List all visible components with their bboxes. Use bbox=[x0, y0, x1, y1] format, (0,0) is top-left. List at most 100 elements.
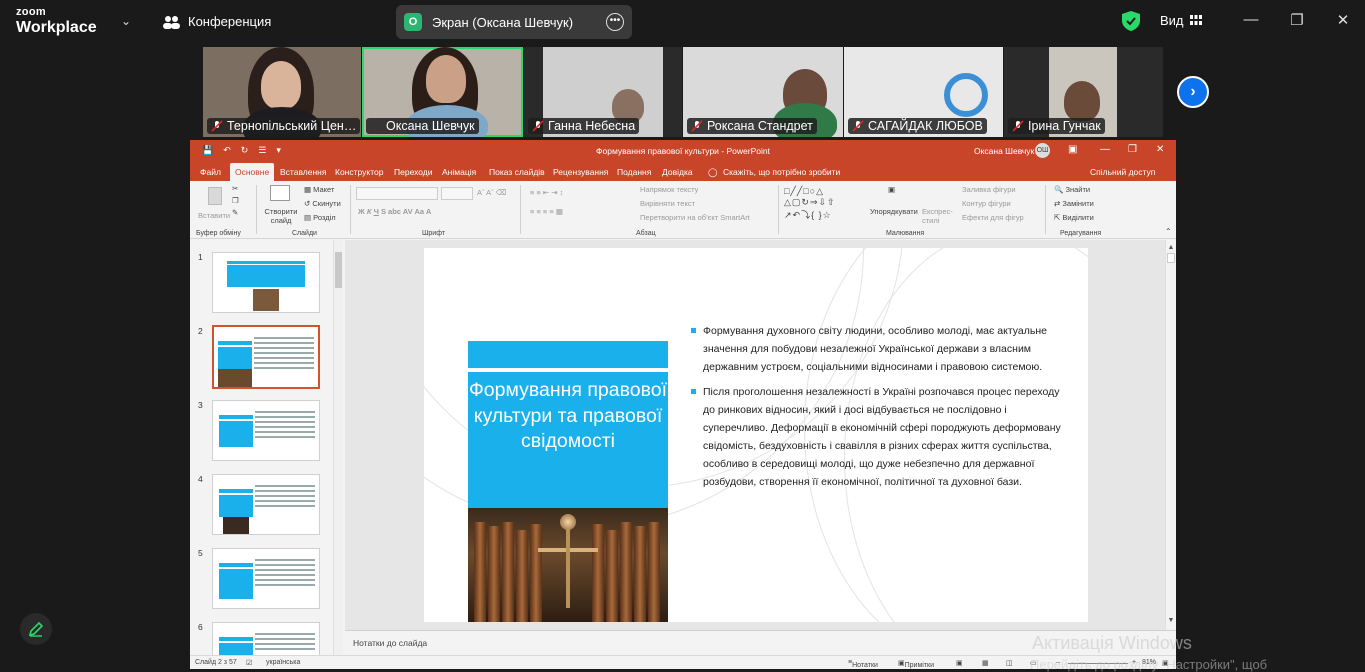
close-icon[interactable]: ✕ bbox=[1333, 11, 1353, 29]
select-button[interactable]: ⇱ Виділити bbox=[1054, 213, 1094, 222]
comments-button[interactable]: ▣ Примітки bbox=[898, 659, 934, 669]
align-text-button[interactable]: Вирівняти текст bbox=[640, 199, 695, 208]
normal-view-icon[interactable]: ▣ bbox=[956, 659, 963, 667]
slide-number: 2 bbox=[198, 326, 203, 336]
paste-button[interactable]: Вставити bbox=[198, 211, 230, 220]
lightbulb-icon: ◯ bbox=[708, 167, 718, 177]
thumbnails-scrollbar[interactable] bbox=[333, 240, 343, 658]
participant-name-text: Ірина Гунчак bbox=[1028, 119, 1101, 133]
participant-tile[interactable]: Ірина Гунчак bbox=[1004, 47, 1163, 137]
participant-tile[interactable]: САГАЙДАК ЛЮБОВ bbox=[844, 47, 1003, 137]
spellcheck-icon[interactable]: ☑ bbox=[246, 659, 252, 667]
tab-view[interactable]: Подання bbox=[617, 167, 651, 177]
maximize-icon[interactable]: ❐ bbox=[1128, 144, 1137, 155]
ribbon-display-icon[interactable]: ▣ bbox=[1068, 144, 1077, 155]
avatar[interactable]: ОШ bbox=[1035, 143, 1050, 158]
slide-canvas[interactable]: Формування правової культури та правової… bbox=[424, 248, 1088, 622]
sorter-view-icon[interactable]: ▦ bbox=[982, 659, 989, 667]
annotate-button[interactable] bbox=[20, 613, 52, 645]
slide-counter: Слайд 2 з 57 bbox=[195, 659, 237, 666]
more-icon[interactable]: ••• bbox=[606, 13, 624, 31]
font-size-select[interactable] bbox=[441, 187, 473, 200]
group-clipboard: Буфер обміну bbox=[196, 230, 241, 237]
mic-muted-icon bbox=[532, 120, 544, 132]
cut-icon[interactable]: ✂ bbox=[232, 184, 238, 193]
layout-button[interactable]: ▦ Макет bbox=[304, 185, 334, 194]
quick-styles-button[interactable]: Експрес-стилі bbox=[922, 207, 958, 225]
slide-thumbnail-selected[interactable] bbox=[212, 325, 320, 389]
shield-icon[interactable] bbox=[1122, 11, 1140, 31]
participant-name-text: Ганна Небесна bbox=[548, 119, 636, 133]
font-name-select[interactable] bbox=[356, 187, 438, 200]
language-indicator[interactable]: українська bbox=[266, 659, 300, 666]
minimize-icon[interactable]: — bbox=[1100, 144, 1110, 155]
shape-outline-button[interactable]: Контур фігури bbox=[962, 199, 1011, 208]
mic-muted-icon bbox=[852, 120, 864, 132]
tab-review[interactable]: Рецензування bbox=[553, 167, 608, 177]
arrange-button[interactable]: Упорядкувати bbox=[870, 207, 918, 216]
list-buttons[interactable]: ≡ ≡ ⇤ ⇥ ↕ bbox=[530, 188, 563, 197]
section-button[interactable]: ▤ Розділ bbox=[304, 213, 336, 222]
view-button[interactable]: Вид bbox=[1160, 13, 1202, 28]
tab-design[interactable]: Конструктор bbox=[335, 167, 383, 177]
align-buttons[interactable]: ≡ ≡ ≡ ≡ ▦ bbox=[530, 207, 563, 216]
notes-button[interactable]: ≡ Нотатки bbox=[848, 659, 878, 669]
shapes-gallery[interactable]: □╱╱□○△ △▢↻⇒⇩⇧ ↗↶⤵{ }☆ bbox=[784, 186, 836, 221]
tab-file[interactable]: Файл bbox=[200, 167, 221, 177]
shape-effects-button[interactable]: Ефекти для фігур bbox=[962, 213, 1024, 222]
slide-thumbnail[interactable] bbox=[212, 400, 320, 461]
smartart-button[interactable]: Перетворити на об'єкт SmartArt bbox=[640, 213, 750, 222]
minimize-icon[interactable]: — bbox=[1241, 11, 1261, 28]
zoom-logo-top: zoom bbox=[16, 6, 46, 18]
slide-thumbnail[interactable] bbox=[212, 252, 320, 313]
format-painter-icon[interactable]: ✎ bbox=[232, 208, 238, 217]
collapse-ribbon-icon[interactable]: ⌃ bbox=[1165, 227, 1172, 236]
tab-animations[interactable]: Анімація bbox=[442, 167, 476, 177]
slide-title[interactable]: Формування правової культури та правової… bbox=[468, 372, 668, 508]
group-drawing: Малювання bbox=[886, 230, 925, 237]
replace-button[interactable]: ⇄ Замінити bbox=[1054, 199, 1094, 208]
participant-tile[interactable]: Ганна Небесна bbox=[524, 47, 682, 137]
slide-thumbnail[interactable] bbox=[212, 548, 320, 609]
grid-icon bbox=[1189, 15, 1202, 25]
chevron-down-icon[interactable]: ⌄ bbox=[121, 14, 131, 28]
tab-help[interactable]: Довідка bbox=[662, 167, 693, 177]
text-direction-button[interactable]: Напрямок тексту bbox=[640, 185, 698, 194]
group-paragraph: Абзац bbox=[636, 230, 656, 237]
tell-me-input[interactable]: Скажіть, що потрібно зробити bbox=[723, 167, 840, 177]
shape-fill-button[interactable]: Заливка фігури bbox=[962, 185, 1016, 194]
tab-insert[interactable]: Вставлення bbox=[280, 167, 326, 177]
tab-home[interactable]: Основне bbox=[230, 163, 275, 181]
conference-button[interactable]: Конференция bbox=[163, 14, 271, 29]
activation-watermark-sub: Перейдіть до розділу "Настройки", щоб bbox=[1030, 657, 1268, 672]
copy-icon[interactable]: ❐ bbox=[232, 196, 239, 205]
maximize-icon[interactable]: ❐ bbox=[1287, 11, 1307, 29]
slide-thumbnail[interactable] bbox=[212, 622, 320, 658]
share-badge: O bbox=[404, 13, 422, 31]
participant-tile[interactable]: Тернопільський Цен… bbox=[203, 47, 361, 137]
reset-button[interactable]: ↺ Скинути bbox=[304, 199, 341, 208]
next-icon[interactable]: › bbox=[1177, 76, 1209, 108]
reading-view-icon[interactable]: ◫ bbox=[1006, 659, 1013, 667]
participant-tile-active[interactable]: Оксана Шевчук bbox=[362, 47, 523, 137]
close-icon[interactable]: ✕ bbox=[1156, 144, 1164, 155]
participant-name: САГАЙДАК ЛЮБОВ bbox=[848, 118, 987, 134]
tab-slideshow[interactable]: Показ слайдів bbox=[489, 167, 545, 177]
ribbon-tabs: Файл Основне Вставлення Конструктор Пере… bbox=[190, 161, 1176, 181]
find-button[interactable]: 🔍 Знайти bbox=[1054, 185, 1090, 194]
editor-scrollbar[interactable]: ▲ ▼ bbox=[1165, 240, 1176, 630]
library-photo bbox=[468, 508, 668, 622]
tab-transitions[interactable]: Переходи bbox=[394, 167, 433, 177]
new-slide-button[interactable]: Створити слайд bbox=[262, 207, 300, 225]
font-size-buttons[interactable]: Aˆ Aˇ ⌫ bbox=[477, 188, 506, 197]
slide-thumbnail[interactable] bbox=[212, 474, 320, 535]
participant-tile[interactable]: Роксана Стандрет bbox=[683, 47, 843, 137]
share-button[interactable]: Спільний доступ bbox=[1090, 167, 1155, 177]
bullet-item: Після проголошення незалежності в Україн… bbox=[690, 383, 1066, 491]
screen-share-pill[interactable]: O Экран (Оксана Шевчук) ••• bbox=[396, 5, 632, 39]
participant-name: Оксана Шевчук bbox=[366, 118, 479, 134]
clipboard-icon bbox=[208, 187, 222, 205]
font-format-buttons[interactable]: Ж К Ч S abc AV Aa A bbox=[358, 207, 431, 216]
slide-body[interactable]: Формування духовного світу людини, особл… bbox=[690, 322, 1066, 498]
user-name[interactable]: Оксана Шевчук bbox=[974, 146, 1034, 156]
